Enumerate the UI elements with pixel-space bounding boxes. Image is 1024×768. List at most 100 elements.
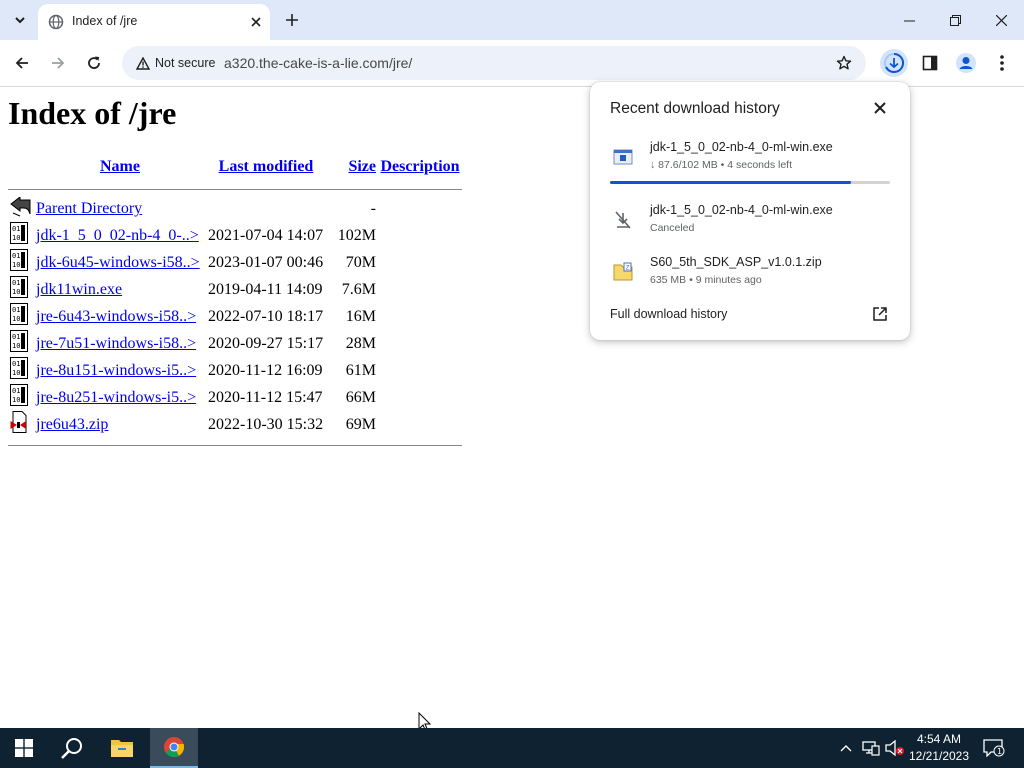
zip-file-icon: Z xyxy=(613,262,633,281)
parent-directory-link[interactable]: Parent Directory xyxy=(36,200,142,217)
download-file-name: S60_5th_SDK_ASP_v1.0.1.zip xyxy=(650,255,822,269)
file-link[interactable]: jre-8u251-windows-i5..> xyxy=(36,389,196,406)
file-size: 7.6M xyxy=(341,280,376,298)
volume-button[interactable] xyxy=(884,728,906,768)
svg-text:10: 10 xyxy=(12,315,20,323)
tab-search-button[interactable] xyxy=(8,8,32,32)
start-button[interactable] xyxy=(0,728,48,768)
file-modified: 2021-07-04 14:07 xyxy=(208,226,324,244)
close-window-button[interactable] xyxy=(978,0,1024,40)
table-row: 01 10 jdk-1_5_0_02-nb-4_0-..> 2021-07-04 … xyxy=(8,222,462,249)
file-link[interactable]: jdk11win.exe xyxy=(36,281,122,298)
file-link[interactable]: jre-8u151-windows-i5..> xyxy=(36,362,196,379)
reload-button[interactable] xyxy=(80,49,108,77)
address-bar[interactable]: Not secure a320.the-cake-is-a-lie.com/jr… xyxy=(122,46,866,80)
file-explorer-button[interactable] xyxy=(98,728,146,768)
warning-icon xyxy=(136,56,150,70)
globe-icon xyxy=(48,14,64,30)
back-button[interactable] xyxy=(8,49,36,77)
download-bubble-close-button[interactable] xyxy=(870,98,890,118)
file-link[interactable]: jre-7u51-windows-i58..> xyxy=(36,335,196,352)
taskbar-clock[interactable]: 4:54 AM 12/21/2023 xyxy=(906,731,972,765)
svg-text:01: 01 xyxy=(12,360,20,368)
network-button[interactable] xyxy=(860,728,882,768)
side-panel-button[interactable] xyxy=(916,49,944,77)
file-link[interactable]: jdk-6u45-windows-i58..> xyxy=(36,254,200,271)
sort-by-modified-link[interactable]: Last modified xyxy=(219,158,314,175)
menu-button[interactable] xyxy=(988,49,1016,77)
forward-button[interactable] xyxy=(44,49,72,77)
sort-by-name-link[interactable]: Name xyxy=(100,158,140,175)
download-item-complete[interactable]: Z S60_5th_SDK_ASP_v1.0.1.zip 635 MB • 9 … xyxy=(590,255,910,305)
binary-file-icon: 0110 xyxy=(10,384,28,406)
chevron-down-icon xyxy=(15,17,25,24)
open-in-new-button[interactable] xyxy=(870,304,890,324)
restore-button[interactable] xyxy=(932,0,978,40)
close-icon xyxy=(874,102,886,114)
table-header-row: Name Last modified Size Description xyxy=(8,152,462,182)
folder-icon xyxy=(111,740,133,757)
chrome-taskbar-button[interactable] xyxy=(150,728,198,768)
reload-icon xyxy=(88,56,100,69)
file-link[interactable]: jdk-1_5_0_02-nb-4_0-..> xyxy=(36,227,199,244)
svg-text:10: 10 xyxy=(12,261,20,269)
search-button[interactable] xyxy=(48,728,96,768)
svg-text:01: 01 xyxy=(12,306,20,314)
binary-file-icon: 0110 xyxy=(10,303,28,325)
arrow-right-icon xyxy=(52,57,65,69)
column-size-header: Size xyxy=(326,152,378,182)
action-center-button[interactable]: 1 xyxy=(980,728,1008,768)
download-status: ↓ 87.6/102 MB • 4 seconds left xyxy=(650,159,793,171)
downloads-button[interactable] xyxy=(880,49,908,77)
download-status: Canceled xyxy=(650,222,695,234)
profile-button[interactable] xyxy=(952,49,980,77)
download-progress-bar xyxy=(610,181,890,184)
download-item-canceled[interactable]: jdk-1_5_0_02-nb-4_0-ml-win.exe Canceled xyxy=(590,203,910,253)
download-bubble-title: Recent download history xyxy=(610,100,780,117)
file-size: 102M xyxy=(337,226,376,244)
file-size: 61M xyxy=(345,361,376,379)
windows-logo-icon xyxy=(15,739,33,757)
open-in-new-icon xyxy=(873,307,887,321)
chrome-icon xyxy=(164,737,185,758)
table-row: 01 10 jre-8u251-windows-i5..> 2020-11-12 … xyxy=(8,384,462,411)
svg-text:01: 01 xyxy=(12,225,20,233)
bookmark-button[interactable] xyxy=(832,51,856,75)
close-icon xyxy=(251,17,261,27)
file-listing-table: Name Last modified Size Description Pare… xyxy=(8,152,462,452)
active-tab[interactable]: Index of /jre xyxy=(38,4,270,40)
file-link[interactable]: jre6u43.zip xyxy=(36,416,108,433)
tab-close-button[interactable] xyxy=(246,12,266,32)
svg-text:10: 10 xyxy=(12,369,20,377)
sort-by-size-link[interactable]: Size xyxy=(348,158,376,175)
file-modified: 2023-01-07 00:46 xyxy=(208,253,324,271)
full-download-history-link[interactable]: Full download history xyxy=(610,307,727,321)
search-icon xyxy=(61,738,82,759)
url-text[interactable]: a320.the-cake-is-a-lie.com/jre/ xyxy=(224,55,412,71)
file-modified: 2022-07-10 18:17 xyxy=(208,307,324,325)
table-row: 01 10 jre-6u43-windows-i58..> 2022-07-10 … xyxy=(8,303,462,330)
minimize-button[interactable] xyxy=(886,0,932,40)
binary-file-icon: 0110 xyxy=(10,357,28,379)
file-link[interactable]: jre-6u43-windows-i58..> xyxy=(36,308,196,325)
show-hidden-icons-button[interactable] xyxy=(836,728,856,768)
table-row: 01 10 jre-8u151-windows-i5..> 2020-11-12 … xyxy=(8,357,462,384)
divider xyxy=(8,188,462,190)
site-info-chip[interactable]: Not secure xyxy=(128,51,223,75)
minimize-icon xyxy=(903,20,915,21)
binary-file-icon: 0110 xyxy=(10,276,28,298)
file-size: 69M xyxy=(345,415,376,433)
sort-by-description-link[interactable]: Description xyxy=(380,158,459,175)
table-row: jre6u43.zip 2022-10-30 15:32 69M xyxy=(8,411,462,438)
more-vert-icon xyxy=(1000,55,1004,71)
restore-icon xyxy=(949,14,961,26)
download-file-name: jdk-1_5_0_02-nb-4_0-ml-win.exe xyxy=(650,203,833,217)
svg-text:10: 10 xyxy=(12,234,20,242)
plus-icon xyxy=(286,14,298,26)
binary-file-icon: 0110 xyxy=(10,330,28,352)
download-progress-fill xyxy=(610,181,851,184)
new-tab-button[interactable] xyxy=(280,8,304,32)
file-size: - xyxy=(370,200,376,217)
notification-icon: 1 xyxy=(983,739,1005,757)
file-modified: 2020-09-27 15:17 xyxy=(208,334,324,352)
